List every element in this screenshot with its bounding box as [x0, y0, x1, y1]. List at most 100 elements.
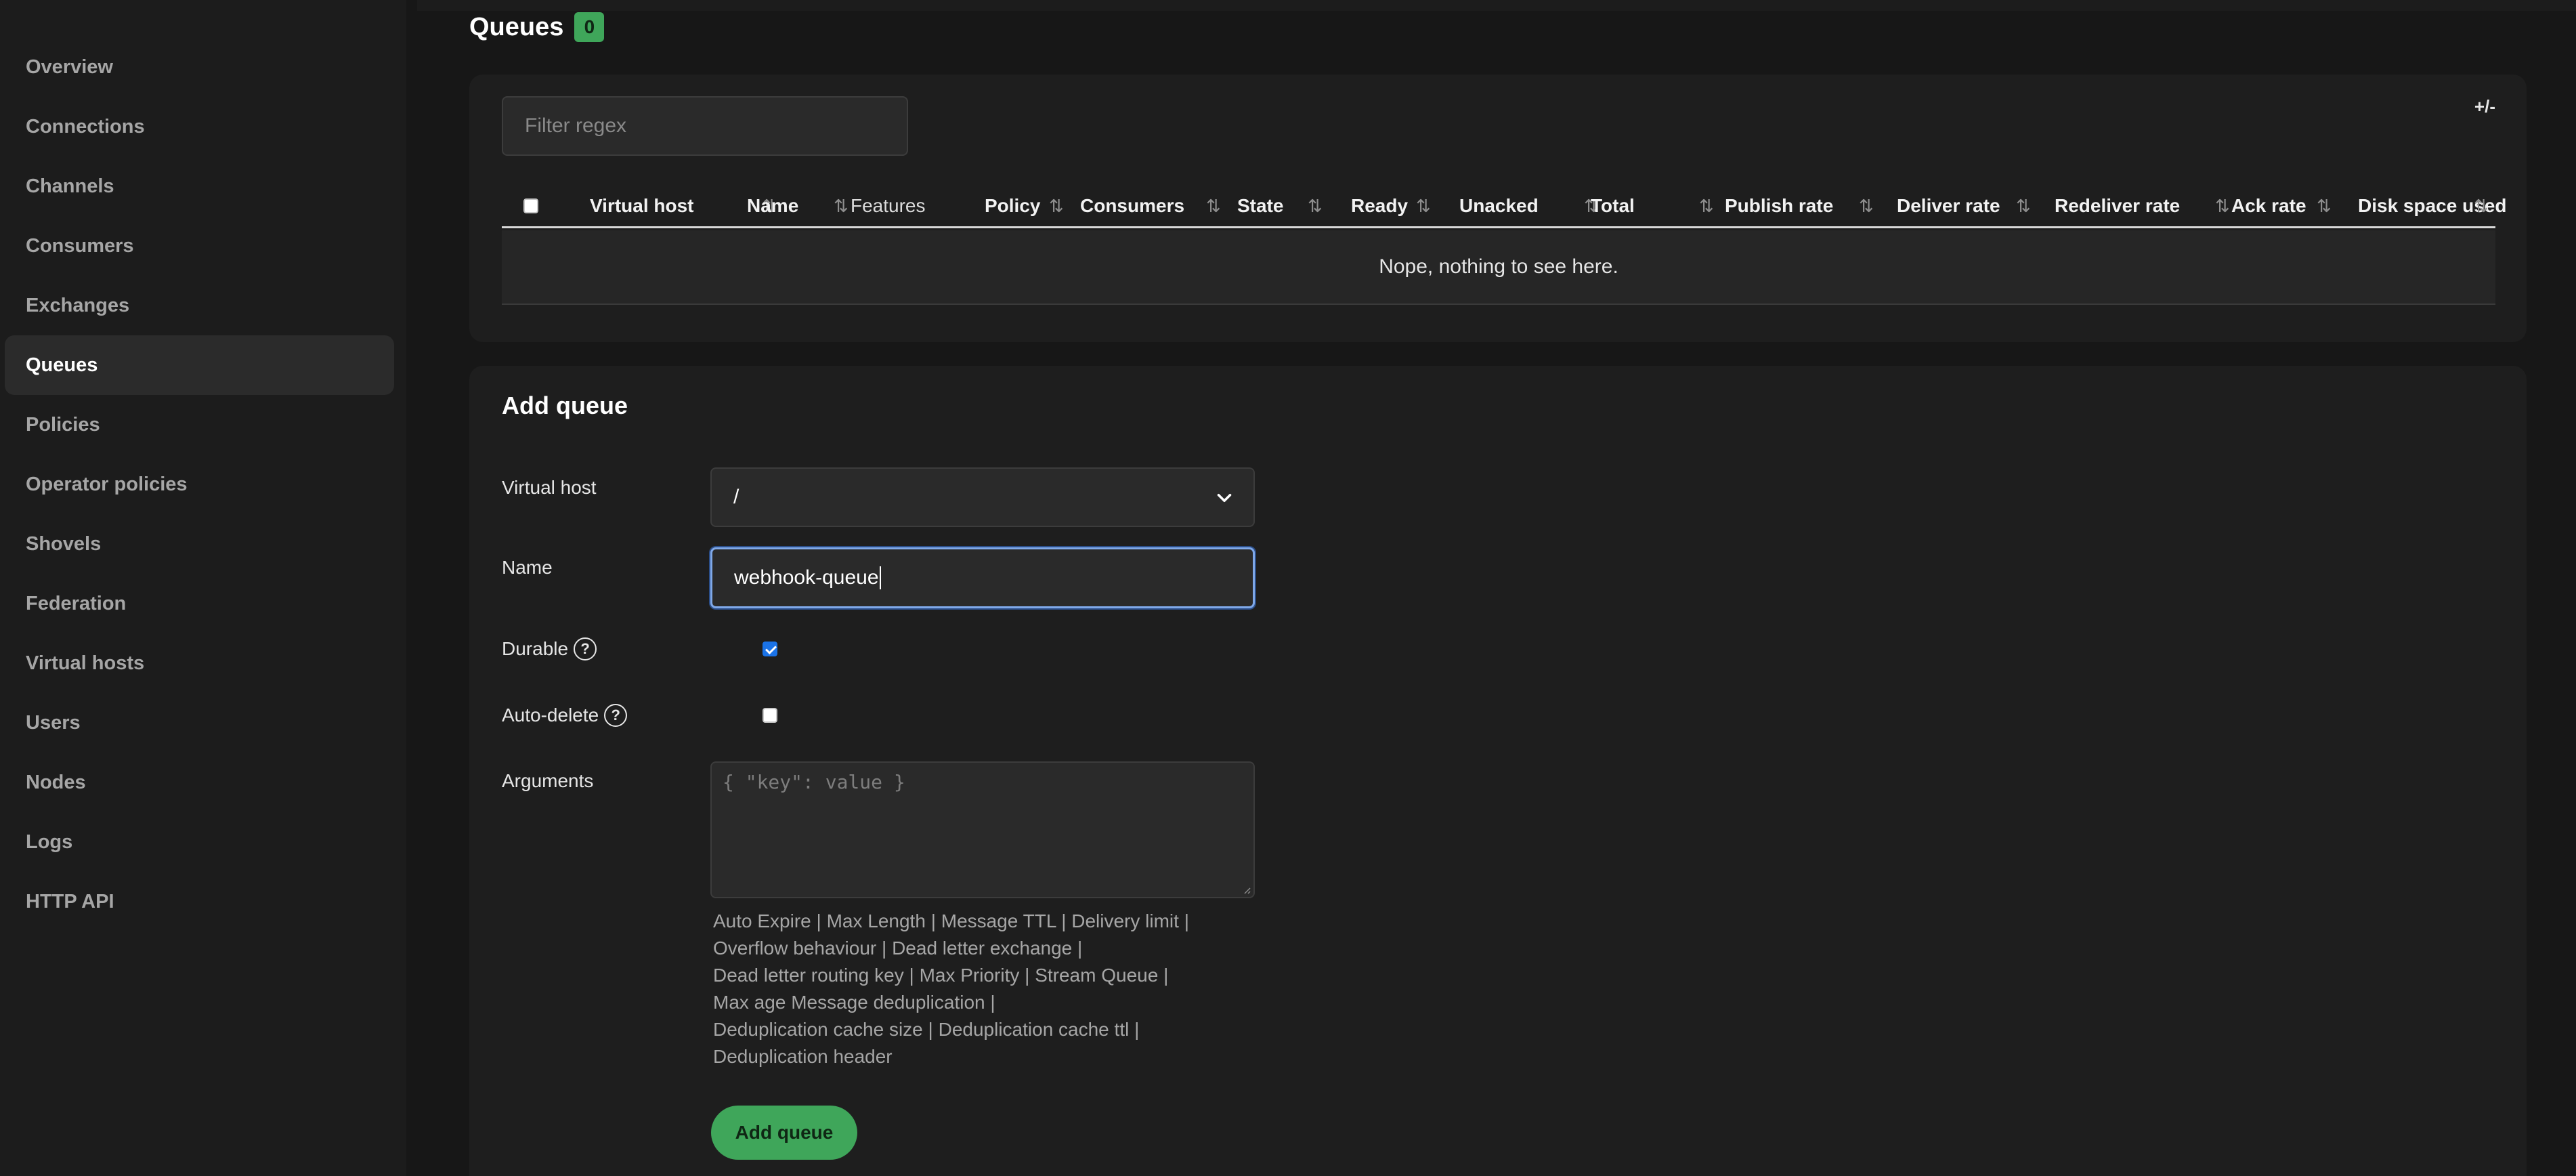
sort-icon[interactable]: ⇅	[834, 186, 849, 226]
arg-link-deduplication-cache-size[interactable]: Deduplication cache size	[713, 1019, 923, 1040]
separator: |	[882, 938, 887, 959]
separator: |	[1184, 910, 1189, 931]
arg-link-max-priority[interactable]: Max Priority	[920, 965, 1020, 986]
sort-icon[interactable]: ⇅	[1206, 186, 1221, 226]
auto-delete-label: Auto-delete ?	[502, 704, 628, 727]
arguments-textarea[interactable]: { "key": value }	[710, 761, 1255, 898]
sort-icon[interactable]: ⇅	[1049, 186, 1064, 226]
argument-shortcuts-line: Max age Message deduplication |	[713, 989, 1255, 1016]
sidebar-item-shovels[interactable]: Shovels	[5, 514, 394, 574]
name-input[interactable]: webhook-queue	[710, 547, 1255, 608]
sidebar-item-overview[interactable]: Overview	[5, 37, 394, 97]
sidebar-item-consumers[interactable]: Consumers	[5, 216, 394, 276]
separator: |	[1134, 1019, 1140, 1040]
argument-shortcuts-line: Overflow behaviour | Dead letter exchang…	[713, 935, 1255, 962]
column-header-consumers[interactable]: Consumers	[1080, 186, 1184, 226]
column-header-redeliver-rate[interactable]: Redeliver rate	[2055, 186, 2180, 226]
text-caret	[879, 566, 881, 589]
sort-icon[interactable]: ⇅	[2317, 186, 2332, 226]
virtual-host-value: /	[733, 486, 739, 508]
sidebar-item-exchanges[interactable]: Exchanges	[5, 276, 394, 335]
empty-table-message: Nope, nothing to see here.	[502, 230, 2495, 305]
arg-link-overflow-behaviour[interactable]: Overflow behaviour	[713, 938, 876, 959]
column-header-state[interactable]: State	[1237, 186, 1283, 226]
help-icon[interactable]: ?	[574, 637, 597, 660]
queues-card: +/- Virtual host ⇅ Name ⇅ Features Polic…	[469, 75, 2527, 342]
sort-icon[interactable]: ⇅	[1416, 186, 1431, 226]
arg-link-message-ttl[interactable]: Message TTL	[941, 910, 1056, 931]
sort-icon[interactable]: ⇅	[2474, 186, 2489, 226]
sort-icon[interactable]: ⇅	[2016, 186, 2031, 226]
durable-label: Durable ?	[502, 637, 597, 660]
sidebar-item-federation[interactable]: Federation	[5, 574, 394, 633]
sidebar-item-virtual-hosts[interactable]: Virtual hosts	[5, 633, 394, 693]
auto-delete-checkbox[interactable]	[763, 708, 777, 723]
resize-grip-icon[interactable]	[1241, 885, 1251, 894]
column-header-unacked[interactable]: Unacked	[1459, 186, 1539, 226]
column-header-total[interactable]: Total	[1591, 186, 1635, 226]
sort-icon[interactable]: ⇅	[1859, 186, 1874, 226]
name-label: Name	[502, 557, 553, 578]
arg-link-auto-expire[interactable]: Auto Expire	[713, 910, 811, 931]
sidebar-item-policies[interactable]: Policies	[5, 395, 394, 455]
sidebar-item-channels[interactable]: Channels	[5, 156, 394, 216]
sidebar-item-logs[interactable]: Logs	[5, 812, 394, 872]
sidebar-item-nodes[interactable]: Nodes	[5, 753, 394, 812]
sort-icon[interactable]: ⇅	[1308, 186, 1323, 226]
columns-toggle-button[interactable]: +/-	[2474, 96, 2495, 117]
add-queue-button[interactable]: Add queue	[711, 1106, 857, 1160]
select-all-checkbox[interactable]	[523, 198, 538, 213]
argument-shortcuts-line: Deduplication cache size | Deduplication…	[713, 1016, 1255, 1043]
help-icon[interactable]: ?	[604, 704, 628, 727]
sidebar-item-users[interactable]: Users	[5, 693, 394, 753]
sidebar-item-http-api[interactable]: HTTP API	[5, 872, 394, 931]
column-header-ack-rate[interactable]: Ack rate	[2231, 186, 2306, 226]
argument-shortcuts-line: Auto Expire | Max Length | Message TTL |…	[713, 908, 1255, 935]
arg-link-max-length[interactable]: Max Length	[827, 910, 926, 931]
virtual-host-select[interactable]: /	[710, 467, 1255, 527]
arg-link-dead-letter-routing-key[interactable]: Dead letter routing key	[713, 965, 904, 986]
arg-link-deduplication-cache-ttl[interactable]: Deduplication cache ttl	[939, 1019, 1130, 1040]
durable-checkbox-wrap	[763, 642, 777, 660]
durable-checkbox[interactable]	[763, 642, 777, 656]
arguments-placeholder: { "key": value }	[723, 771, 905, 793]
main-content: Queues 0 +/- Virtual host ⇅ Name ⇅ Featu…	[417, 0, 2576, 1176]
sidebar-nav: Overview Connections Channels Consumers …	[5, 37, 394, 931]
column-header-ready[interactable]: Ready	[1351, 186, 1408, 226]
sort-icon[interactable]: ⇅	[2215, 186, 2230, 226]
arg-link-stream-queue[interactable]: Stream Queue	[1035, 965, 1158, 986]
auto-delete-checkbox-wrap	[763, 708, 777, 726]
durable-label-text: Durable	[502, 638, 569, 659]
chevron-down-icon	[1217, 493, 1232, 503]
column-header-policy[interactable]: Policy	[985, 186, 1040, 226]
separator: |	[1163, 965, 1169, 986]
arg-link-message-deduplication[interactable]: Message deduplication	[791, 992, 985, 1013]
arguments-label: Arguments	[502, 770, 594, 791]
arg-link-deduplication-header[interactable]: Deduplication header	[713, 1046, 893, 1067]
add-queue-title: Add queue	[502, 392, 628, 419]
argument-shortcuts-line: Dead letter routing key | Max Priority |…	[713, 962, 1255, 989]
separator: |	[928, 1019, 933, 1040]
table-header: Virtual host ⇅ Name ⇅ Features Policy ⇅ …	[502, 186, 2506, 228]
sort-icon[interactable]: ⇅	[1699, 186, 1714, 226]
auto-delete-label-text: Auto-delete	[502, 705, 599, 726]
argument-shortcuts-line: Deduplication header	[713, 1043, 1255, 1070]
queues-header: Queues 0	[469, 12, 605, 42]
virtual-host-label: Virtual host	[502, 477, 597, 498]
column-header-publish-rate[interactable]: Publish rate	[1725, 186, 1833, 226]
page-title: Queues	[469, 12, 564, 41]
filter-regex-input[interactable]	[502, 96, 908, 156]
sidebar-item-operator-policies[interactable]: Operator policies	[5, 455, 394, 514]
top-bar	[417, 0, 2576, 11]
name-input-value: webhook-queue	[734, 566, 879, 589]
arg-link-dead-letter-exchange[interactable]: Dead letter exchange	[892, 938, 1072, 959]
arg-link-delivery-limit[interactable]: Delivery limit	[1071, 910, 1179, 931]
separator: |	[1077, 938, 1083, 959]
column-header-deliver-rate[interactable]: Deliver rate	[1897, 186, 2000, 226]
column-header-virtual-host[interactable]: Virtual host	[590, 186, 694, 226]
column-header-name[interactable]: Name	[747, 186, 798, 226]
sidebar-item-queues[interactable]: Queues	[5, 335, 394, 395]
arg-link-max-age[interactable]: Max age	[713, 992, 786, 1013]
sidebar-item-connections[interactable]: Connections	[5, 97, 394, 156]
queue-count-badge: 0	[574, 12, 605, 42]
